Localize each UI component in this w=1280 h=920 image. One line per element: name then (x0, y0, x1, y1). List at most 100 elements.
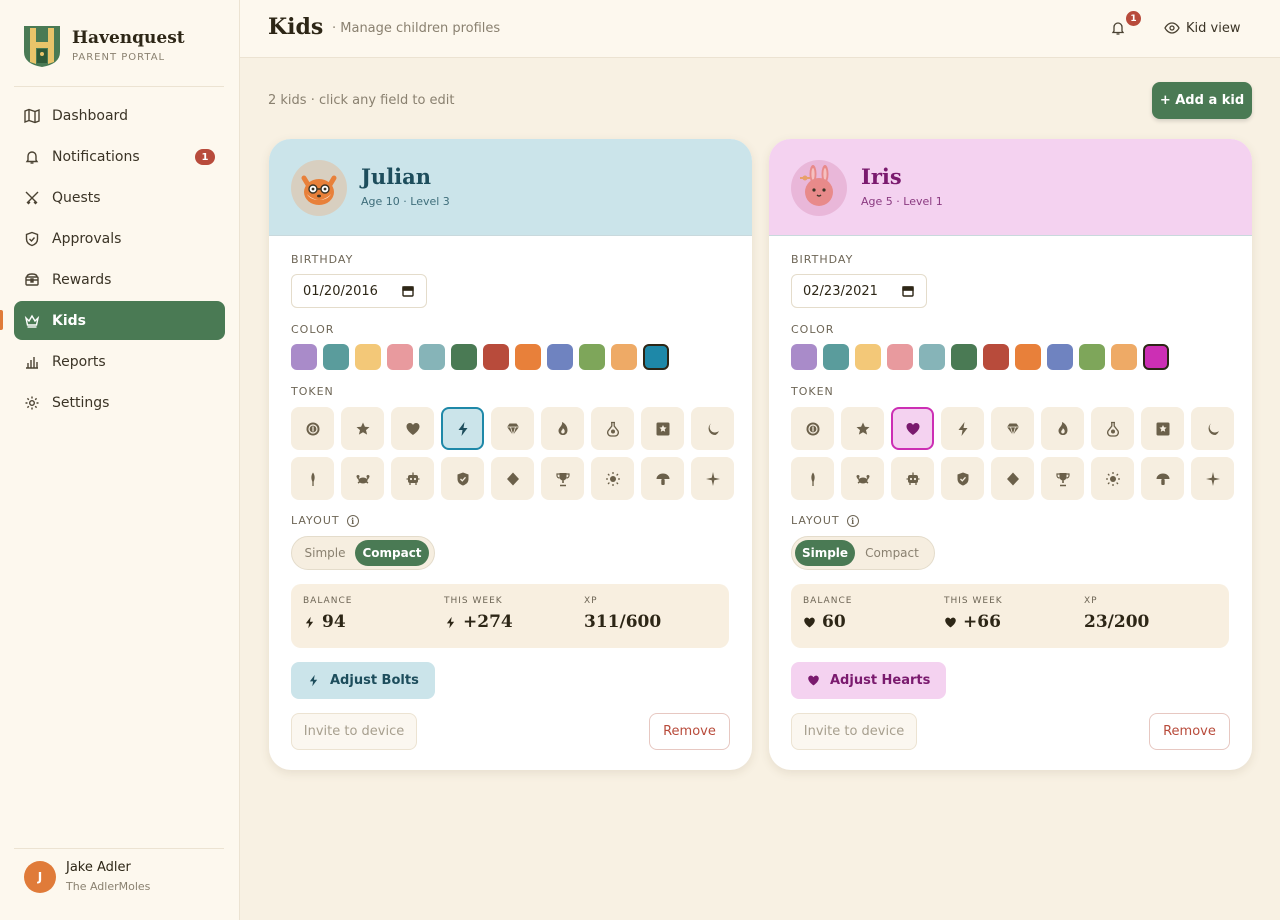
token-option[interactable] (541, 457, 584, 500)
info-icon[interactable]: i (846, 514, 859, 527)
calendar-icon[interactable] (902, 285, 914, 297)
color-swatch[interactable] (823, 344, 849, 370)
adjust-currency-button[interactable]: Adjust Hearts (791, 662, 947, 699)
token-option[interactable] (1041, 457, 1084, 500)
remove-kid-button[interactable]: Remove (1149, 713, 1230, 750)
add-kid-button[interactable]: + Add a kid (1152, 82, 1252, 119)
token-option[interactable] (991, 407, 1034, 450)
color-swatch[interactable] (483, 344, 509, 370)
color-swatch[interactable] (919, 344, 945, 370)
remove-kid-button[interactable]: Remove (649, 713, 730, 750)
token-option[interactable] (891, 457, 934, 500)
color-swatch[interactable] (1111, 344, 1137, 370)
color-swatch[interactable] (355, 344, 381, 370)
color-swatch[interactable] (791, 344, 817, 370)
balance-stat: BALANCE 60 (803, 596, 852, 632)
token-option[interactable] (291, 457, 334, 500)
balance-label: BALANCE (803, 596, 853, 606)
color-swatch[interactable] (983, 344, 1009, 370)
layout-compact-option[interactable]: Compact (855, 540, 929, 566)
token-option[interactable] (891, 407, 934, 450)
sidebar-item-quests[interactable]: Quests (14, 178, 225, 217)
bell-icon[interactable] (1110, 20, 1126, 36)
layout-simple-option[interactable]: Simple (295, 540, 355, 566)
color-swatch[interactable] (855, 344, 881, 370)
color-swatch[interactable] (547, 344, 573, 370)
token-option[interactable] (391, 457, 434, 500)
calendar-icon[interactable] (402, 285, 414, 297)
color-swatch[interactable] (611, 344, 637, 370)
info-icon[interactable]: i (346, 514, 359, 527)
color-swatch[interactable] (387, 344, 413, 370)
layout-simple-option[interactable]: Simple (795, 540, 855, 566)
avatar: J (24, 860, 56, 893)
token-option[interactable] (1091, 457, 1134, 500)
sidebar-item-kids[interactable]: Kids (14, 301, 225, 340)
user-profile[interactable]: J Jake Adler The AdlerMoles (24, 860, 150, 893)
token-option[interactable] (791, 457, 834, 500)
color-swatch[interactable] (419, 344, 445, 370)
birthday-input[interactable]: 01/20/2016 (291, 274, 427, 308)
token-option[interactable] (1091, 407, 1134, 450)
token-option[interactable] (1191, 457, 1234, 500)
adjust-label: Adjust Hearts (830, 673, 931, 688)
token-option[interactable] (441, 457, 484, 500)
diamond-icon (505, 421, 521, 437)
xp-label: XP (584, 596, 598, 606)
sidebar-item-notifications[interactable]: Notifications 1 (14, 137, 225, 176)
token-option[interactable] (841, 457, 884, 500)
sidebar-item-rewards[interactable]: Rewards (14, 260, 225, 299)
color-swatch[interactable] (515, 344, 541, 370)
color-swatch-selected[interactable] (643, 344, 669, 370)
token-option[interactable] (641, 457, 684, 500)
token-option[interactable] (341, 407, 384, 450)
token-option[interactable] (491, 457, 534, 500)
kid-name[interactable]: Julian (361, 164, 431, 189)
color-swatch[interactable] (323, 344, 349, 370)
color-swatch[interactable] (951, 344, 977, 370)
layout-compact-option[interactable]: Compact (355, 540, 429, 566)
token-option[interactable] (941, 407, 984, 450)
token-option[interactable] (691, 457, 734, 500)
token-option[interactable] (441, 407, 484, 450)
token-option[interactable] (291, 407, 334, 450)
token-option[interactable] (641, 407, 684, 450)
color-swatch[interactable] (887, 344, 913, 370)
token-option[interactable] (941, 457, 984, 500)
invite-to-device-button[interactable]: Invite to device (791, 713, 917, 750)
kid-view-button[interactable]: Kid view (1164, 20, 1240, 36)
token-option[interactable] (391, 407, 434, 450)
color-swatch[interactable] (291, 344, 317, 370)
token-option[interactable] (1041, 407, 1084, 450)
token-option[interactable] (1141, 407, 1184, 450)
sidebar-item-settings[interactable]: Settings (14, 383, 225, 422)
sidebar-item-reports[interactable]: Reports (14, 342, 225, 381)
color-swatch[interactable] (1079, 344, 1105, 370)
kid-name[interactable]: Iris (861, 164, 902, 189)
adjust-currency-button[interactable]: Adjust Bolts (291, 662, 435, 699)
bunny-avatar[interactable] (791, 160, 847, 216)
token-option[interactable] (691, 407, 734, 450)
token-option[interactable] (1141, 457, 1184, 500)
birthday-label: BIRTHDAY (291, 253, 354, 266)
token-option[interactable] (591, 457, 634, 500)
token-option[interactable] (841, 407, 884, 450)
sidebar-item-dashboard[interactable]: Dashboard (14, 96, 225, 135)
color-swatch[interactable] (579, 344, 605, 370)
color-swatch[interactable] (1047, 344, 1073, 370)
birthday-input[interactable]: 02/23/2021 (791, 274, 927, 308)
color-swatch[interactable] (451, 344, 477, 370)
color-swatch[interactable] (1015, 344, 1041, 370)
token-option[interactable] (341, 457, 384, 500)
token-option[interactable] (1191, 407, 1234, 450)
color-swatch-selected[interactable] (1143, 344, 1169, 370)
sidebar-item-approvals[interactable]: Approvals (14, 219, 225, 258)
token-option[interactable] (491, 407, 534, 450)
fox-avatar[interactable] (291, 160, 347, 216)
token-option[interactable] (991, 457, 1034, 500)
token-option[interactable] (541, 407, 584, 450)
token-option[interactable] (791, 407, 834, 450)
invite-to-device-button[interactable]: Invite to device (291, 713, 417, 750)
token-option[interactable] (591, 407, 634, 450)
adjust-label: Adjust Bolts (330, 673, 419, 688)
